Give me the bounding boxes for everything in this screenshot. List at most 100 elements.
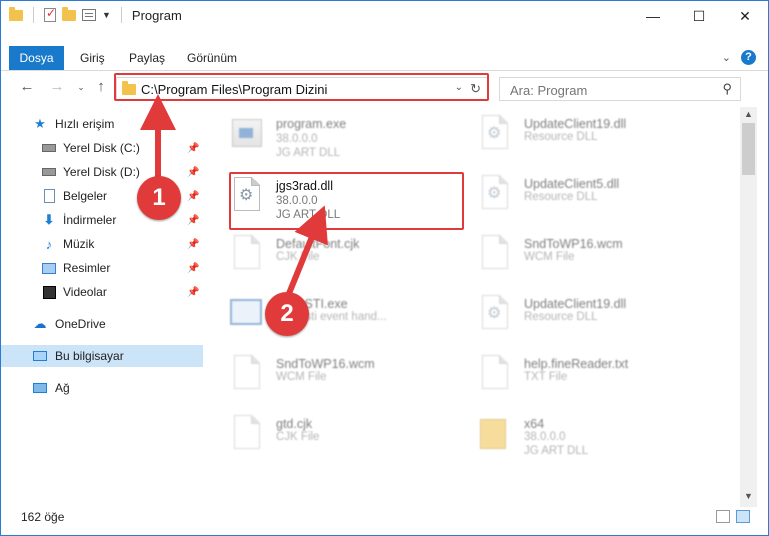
sidebar-item-label: İndirmeler	[63, 213, 117, 227]
file-name: program.exe	[276, 117, 347, 131]
forward-arrow-icon[interactable]: →	[47, 77, 67, 97]
file-name: SndToWP16.wcm	[524, 237, 623, 251]
pin-icon[interactable]: 📌	[187, 215, 199, 226]
tab-view[interactable]: Görünüm	[187, 46, 237, 70]
drive-icon	[42, 165, 56, 179]
title-bar: ▼ Program — ☐ ✕	[1, 1, 768, 31]
file-description: Resource DLL	[524, 131, 598, 143]
step2-badge: 2	[265, 292, 309, 336]
close-button[interactable]: ✕	[722, 1, 768, 31]
list-item[interactable]: ⚙ UpdateClient5.dll Resource DLL	[454, 169, 684, 219]
dll-gear-icon: ⚙	[478, 115, 512, 153]
file-description: Resource DLL	[524, 191, 598, 203]
list-item[interactable]: x64 38.0.0.0 JG ART DLL	[454, 409, 684, 459]
help-icon[interactable]: ?	[741, 50, 756, 65]
sidebar-item-label: OneDrive	[55, 317, 106, 331]
customize-toolbar-chevron-icon[interactable]: ▼	[102, 10, 111, 20]
tab-home[interactable]: Giriş	[80, 46, 105, 70]
toolbar-divider	[120, 7, 122, 23]
file-type: CJK File	[276, 431, 320, 443]
music-icon: ♪	[45, 236, 53, 252]
sidebar-item-label: Belgeler	[63, 189, 108, 203]
document-icon	[230, 235, 264, 273]
sidebar-item-this-pc[interactable]: Bu bilgisayar	[1, 345, 203, 367]
list-item[interactable]: DefaultFont.cjk CJK File	[206, 229, 436, 279]
sidebar-item-music[interactable]: ♪ Müzik 📌	[1, 233, 203, 255]
ribbon-tabs: Dosya Giriş Paylaş Görünüm ⌄ ?	[1, 46, 768, 71]
file-type: TXT File	[524, 371, 568, 383]
sidebar-item-label: Resimler	[63, 261, 111, 275]
file-description: Resource DLL	[524, 311, 598, 323]
scrollbar-thumb[interactable]	[742, 123, 755, 175]
file-version: 38.0.0.0	[276, 133, 318, 145]
properties-check-icon[interactable]	[44, 6, 56, 22]
explorer-window: ▼ Program — ☐ ✕ Dosya Giriş Paylaş Görün…	[0, 0, 769, 536]
pin-icon[interactable]: 📌	[187, 263, 199, 274]
chevron-down-icon[interactable]: ⌄	[722, 51, 731, 64]
status-bar: 162 öğe	[1, 507, 768, 529]
star-icon: ★	[34, 116, 46, 131]
list-item[interactable]: SndToWP16.wcm WCM File	[206, 349, 436, 399]
tiles-view-icon[interactable]	[736, 510, 750, 523]
video-icon	[42, 285, 56, 299]
maximize-button[interactable]: ☐	[676, 1, 722, 31]
minimize-button[interactable]: —	[630, 1, 676, 31]
sidebar-item-local-disk-c[interactable]: Yerel Disk (C:) 📌	[1, 137, 203, 159]
list-item[interactable]: ⚙ UpdateClient19.dll Resource DLL	[454, 109, 684, 159]
sidebar-item-videos[interactable]: Videolar 📌	[1, 281, 203, 303]
dll-gear-icon: ⚙	[478, 295, 512, 333]
pin-icon[interactable]: 📌	[187, 191, 199, 202]
list-item[interactable]: gtd.cjk CJK File	[206, 409, 436, 459]
sidebar-item-network[interactable]: Ağ	[1, 377, 203, 399]
file-description: JG ART DLL	[276, 147, 341, 159]
window-controls: — ☐ ✕	[630, 1, 768, 31]
sidebar-item-quick-access[interactable]: ★ Hızlı erişim	[1, 113, 203, 135]
toolbar-divider	[33, 7, 34, 23]
sidebar-item-label: Yerel Disk (D:)	[63, 165, 140, 179]
details-view-icon[interactable]	[716, 510, 730, 523]
tab-file[interactable]: Dosya	[9, 46, 64, 70]
folder-icon	[478, 415, 512, 453]
search-box[interactable]: ⚲	[499, 77, 741, 101]
scroll-up-icon[interactable]: ▲	[744, 109, 753, 119]
list-item[interactable]: ⚙ UpdateClient19.dll Resource DLL	[454, 289, 684, 339]
file-description: JG ART DLL	[524, 445, 589, 457]
file-name: help.fineReader.txt	[524, 357, 629, 371]
document-icon	[478, 235, 512, 273]
scroll-down-icon[interactable]: ▼	[744, 491, 753, 501]
properties-icon[interactable]	[82, 9, 96, 21]
download-icon: ⬇	[43, 212, 55, 227]
sidebar-item-onedrive[interactable]: ☁ OneDrive	[1, 313, 203, 335]
address-highlight-box	[114, 73, 489, 101]
list-item[interactable]: program.exe 38.0.0.0 JG ART DLL	[206, 109, 436, 159]
sidebar-item-label: Müzik	[63, 237, 95, 251]
pin-icon[interactable]: 📌	[187, 239, 199, 250]
back-arrow-icon[interactable]: ←	[17, 77, 37, 97]
list-item[interactable]: help.fineReader.txt TXT File	[454, 349, 684, 399]
file-type: WCM File	[524, 251, 575, 263]
computer-icon	[33, 349, 47, 363]
document-icon	[478, 355, 512, 393]
pin-icon[interactable]: 📌	[187, 143, 199, 154]
pin-icon[interactable]: 📌	[187, 167, 199, 178]
file-highlight-box	[229, 172, 464, 230]
tab-share[interactable]: Paylaş	[129, 46, 165, 70]
list-item[interactable]: SndToWP16.wcm WCM File	[454, 229, 684, 279]
ribbon-right-controls: ⌄ ?	[722, 50, 756, 65]
file-name: SndToWP16.wcm	[276, 357, 375, 371]
cloud-icon: ☁	[33, 316, 47, 331]
exe-icon	[230, 115, 264, 153]
up-arrow-icon[interactable]: ↑	[91, 77, 111, 97]
new-folder-icon[interactable]	[62, 6, 76, 21]
window-icon	[230, 295, 264, 333]
sidebar-item-pictures[interactable]: Resimler 📌	[1, 257, 203, 279]
pin-icon[interactable]: 📌	[187, 287, 199, 298]
vertical-scrollbar[interactable]: ▲ ▼	[740, 107, 757, 507]
recent-locations-chevron-icon[interactable]: ⌄	[71, 77, 91, 97]
search-icon[interactable]: ⚲	[722, 81, 732, 97]
window-title: Program	[131, 7, 182, 23]
sidebar-item-label: Yerel Disk (C:)	[63, 141, 140, 155]
sidebar-item-local-disk-d[interactable]: Yerel Disk (D:) 📌	[1, 161, 203, 183]
search-input[interactable]	[508, 81, 712, 99]
list-item[interactable]: BabySTI.exe Baby sti event hand...	[206, 289, 436, 339]
